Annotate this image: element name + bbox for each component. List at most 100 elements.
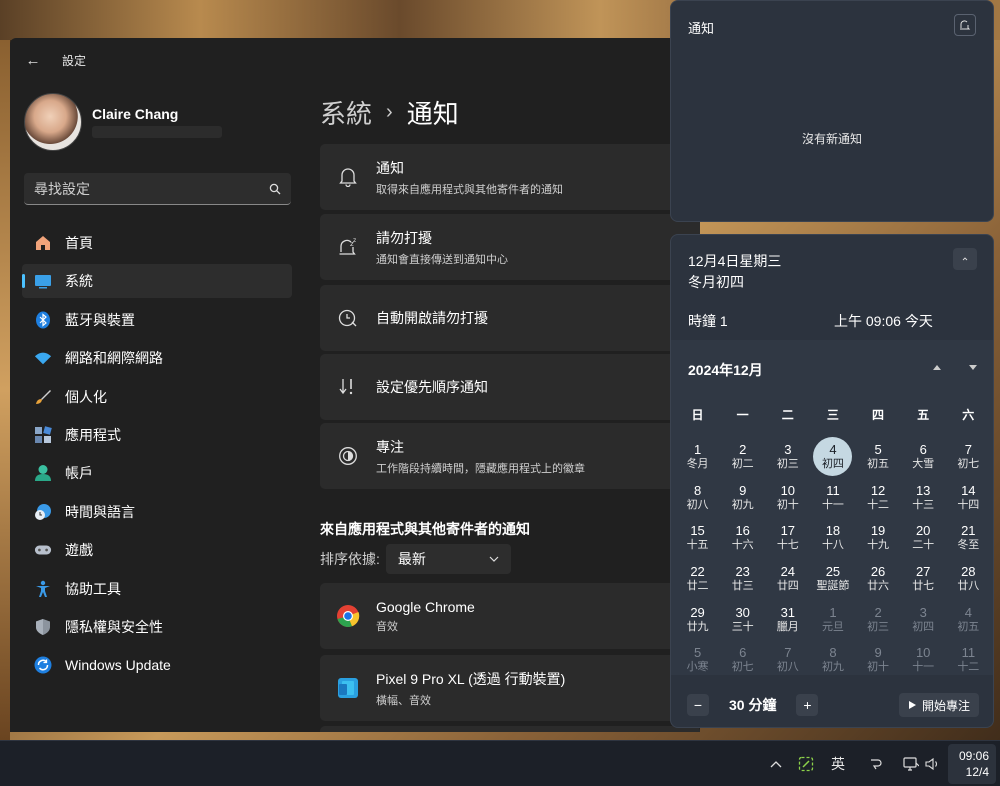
calendar-day[interactable]: 10 十一 [901, 639, 946, 680]
calendar-day[interactable]: 26 廿六 [856, 558, 901, 599]
auto-dnd-card[interactable]: 自動開啟請勿打擾 [320, 285, 700, 351]
sidebar-item-accounts[interactable]: 帳戶 [22, 456, 292, 490]
calendar-day[interactable]: 4 初五 [946, 599, 991, 640]
calendar-day[interactable]: 12 十二 [856, 477, 901, 518]
sidebar-item-privacy[interactable]: 隱私權與安全性 [22, 610, 292, 644]
focus-icon [336, 444, 360, 468]
calendar-day[interactable]: 21 冬至 [946, 517, 991, 558]
lunar-day: 聖誕節 [816, 579, 850, 592]
calendar-day[interactable]: 30 三十 [720, 599, 765, 640]
calendar-day[interactable]: 27 廿七 [901, 558, 946, 599]
day-number: 14 [961, 482, 976, 498]
calendar-day[interactable]: 3 初四 [901, 599, 946, 640]
calendar-day[interactable]: 29 廿九 [675, 599, 720, 640]
sidebar-item-label: 協助工具 [65, 580, 121, 597]
start-focus-button[interactable]: 開始專注 [898, 693, 979, 717]
calendar-day[interactable]: 9 初九 [720, 477, 765, 518]
sidebar-item-home[interactable]: 首頁 [22, 226, 292, 260]
day-number: 12 [870, 482, 886, 498]
do-not-disturb-button[interactable] [954, 14, 976, 36]
calendar-day[interactable]: 20 二十 [901, 517, 946, 558]
month-label[interactable]: 2024年12月 [688, 360, 763, 380]
app-row-partial[interactable] [320, 726, 700, 732]
taskbar-clock[interactable]: 09:06 12/4 [948, 744, 996, 784]
sort-dropdown[interactable]: 最新 [385, 544, 511, 574]
calendar-day[interactable]: 2 初三 [856, 599, 901, 640]
calendar-day[interactable]: 5 小寒 [675, 639, 720, 680]
lunar-day: 冬至 [957, 539, 980, 552]
calendar-day[interactable]: 10 初十 [765, 477, 810, 518]
notifications-toggle-card[interactable]: 通知 取得來自應用程式與其他寄件者的通知 [320, 144, 700, 210]
calendar-header[interactable]: 12月4日星期三 冬月初四 [688, 251, 781, 293]
calendar-day[interactable]: 18 十八 [810, 517, 855, 558]
priority-notifications-card[interactable]: 設定優先順序通知 [320, 354, 700, 420]
calendar-day[interactable]: 7 初八 [765, 639, 810, 680]
calendar-day[interactable]: 6 大雪 [901, 436, 946, 477]
calendar-day[interactable]: 8 初八 [675, 477, 720, 518]
day-number: 22 [690, 563, 705, 579]
calendar-day[interactable]: 14 十四 [946, 477, 991, 518]
apps-section-title: 來自應用程式與其他寄件者的通知 [320, 521, 530, 537]
calendar-day[interactable]: 11 十二 [946, 639, 991, 680]
sidebar-item-network[interactable]: 網路和網際網路 [22, 341, 292, 375]
calendar-day[interactable]: 31 臘月 [765, 599, 810, 640]
ime-options-button[interactable] [868, 741, 882, 786]
accessibility-icon [34, 580, 52, 598]
sidebar-item-gaming[interactable]: 遊戲 [22, 533, 292, 567]
calendar-day[interactable]: 23 廿三 [720, 558, 765, 599]
decrease-focus-button[interactable]: − [687, 694, 709, 716]
lunar-day: 十五 [686, 539, 709, 552]
calendar-day[interactable]: 5 初五 [856, 436, 901, 477]
calendar-day[interactable]: 19 十九 [856, 517, 901, 558]
calendar-day[interactable]: 9 初十 [856, 639, 901, 680]
calendar-day[interactable]: 11 十一 [810, 477, 855, 518]
calendar-day-today[interactable]: 4 初四 [810, 436, 855, 477]
show-hidden-icons-button[interactable] [770, 741, 782, 786]
calendar-day[interactable]: 28 廿八 [946, 558, 991, 599]
calendar-day[interactable]: 2 初二 [720, 436, 765, 477]
calendar-day[interactable]: 1 元旦 [810, 599, 855, 640]
lunar-day: 十三 [912, 498, 935, 511]
sidebar-item-personalization[interactable]: 個人化 [22, 380, 292, 414]
breadcrumb-parent[interactable]: 系統 [320, 94, 372, 131]
network-status[interactable] [903, 741, 919, 786]
sidebar-item-time-language[interactable]: 時間與語言 [22, 495, 292, 529]
search-input[interactable]: 尋找設定 [24, 173, 291, 205]
app-row-pixel-phone[interactable]: Pixel 9 Pro XL (透過 行動裝置) 橫幅、音效 [320, 655, 700, 721]
calendar-day[interactable]: 3 初三 [765, 436, 810, 477]
sidebar-item-accessibility[interactable]: 協助工具 [22, 572, 292, 606]
previous-month-button[interactable] [932, 363, 942, 380]
calendar-day[interactable]: 7 初七 [946, 436, 991, 477]
calendar-day[interactable]: 16 十六 [720, 517, 765, 558]
lunar-day: 十四 [957, 498, 980, 511]
weekday-label: 五 [917, 408, 930, 422]
calendar-day[interactable]: 15 十五 [675, 517, 720, 558]
calendar-day[interactable]: 25 聖誕節 [810, 558, 855, 599]
sidebar-item-bluetooth[interactable]: 藍牙與裝置 [22, 303, 292, 337]
calendar-day[interactable]: 13 十三 [901, 477, 946, 518]
calendar-day[interactable]: 22 廿二 [675, 558, 720, 599]
app-row-google-chrome[interactable]: Google Chrome 音效 [320, 583, 700, 649]
back-arrow-icon[interactable]: ← [24, 51, 42, 69]
do-not-disturb-card[interactable]: zz 請勿打擾 通知會直接傳送到通知中心 [320, 214, 700, 280]
collapse-calendar-button[interactable] [953, 248, 977, 270]
sidebar-item-apps[interactable]: 應用程式 [22, 418, 292, 452]
day-number: 17 [780, 523, 796, 539]
tray-app-icon[interactable] [798, 741, 814, 786]
increase-focus-button[interactable]: + [796, 694, 819, 716]
focus-card[interactable]: 專注 工作階段持續時間，隱藏應用程式上的徽章 [320, 423, 700, 489]
user-profile[interactable]: Claire Chang [24, 93, 222, 151]
volume-control[interactable] [925, 741, 941, 786]
lunar-day: 小寒 [686, 661, 709, 674]
priority-icon [336, 375, 360, 399]
calendar-day[interactable]: 1 冬月 [675, 436, 720, 477]
sidebar-item-system[interactable]: 系統 [22, 264, 292, 299]
calendar-day[interactable]: 8 初九 [810, 639, 855, 680]
calendar-day[interactable]: 17 十七 [765, 517, 810, 558]
day-number: 9 [874, 645, 882, 661]
calendar-day[interactable]: 6 初七 [720, 639, 765, 680]
ime-mode-indicator[interactable]: 英 [831, 741, 845, 786]
next-month-button[interactable] [968, 363, 978, 380]
calendar-day[interactable]: 24 廿四 [765, 558, 810, 599]
sidebar-item-windows-update[interactable]: Windows Update [22, 648, 292, 682]
